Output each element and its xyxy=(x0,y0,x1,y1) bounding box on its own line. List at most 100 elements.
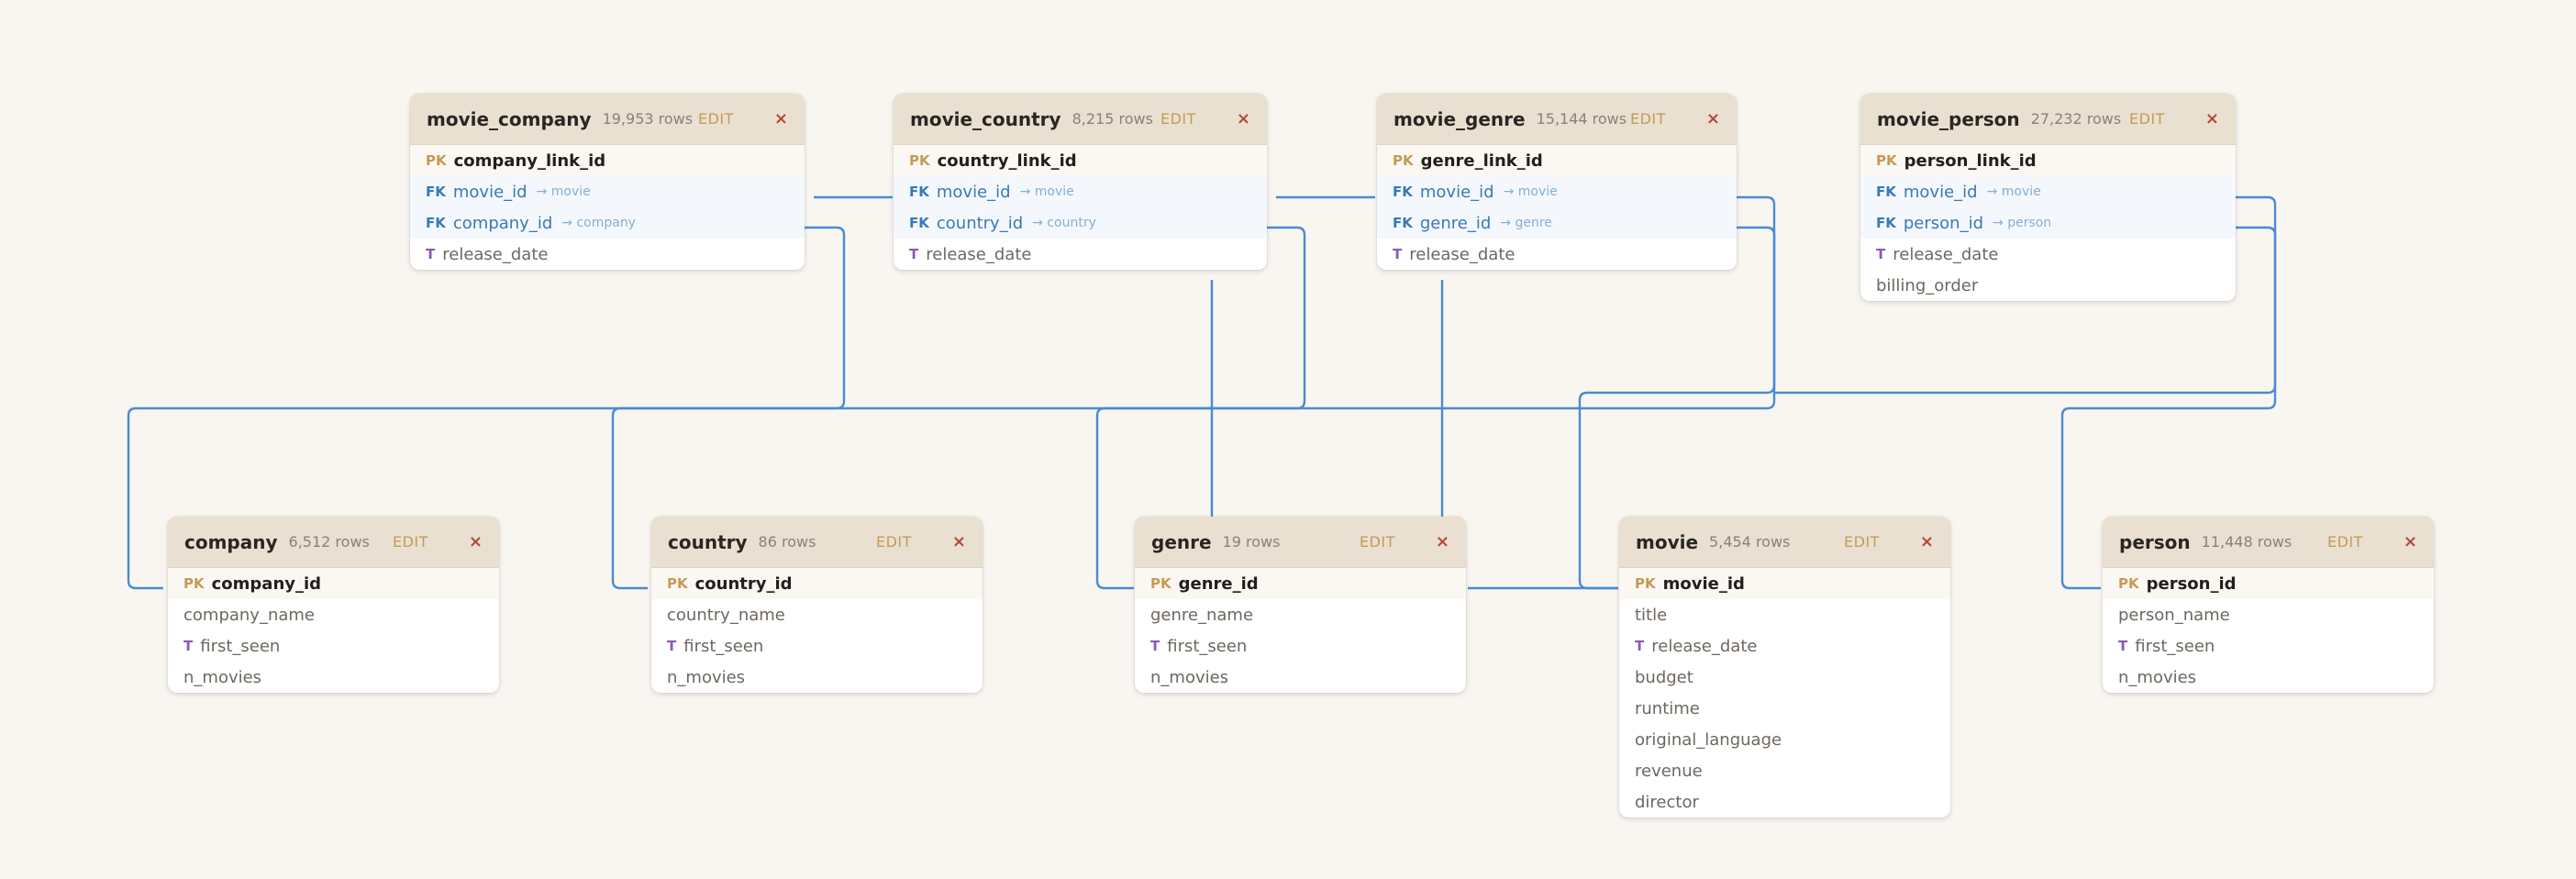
column-row[interactable]: FK movie_id → movie xyxy=(894,176,1267,207)
table-genre[interactable]: genre 19 rows EDIT × PK genre_id genre_nam… xyxy=(1135,517,1466,693)
column-row[interactable]: Trelease_date xyxy=(410,239,805,270)
column-list: PK company_link_id FK movie_id → movie FK comp… xyxy=(410,145,805,270)
column-list: PK company_id company_name Tfirst_seen n_mov… xyxy=(168,568,499,693)
column-row[interactable]: director xyxy=(1619,786,1950,818)
column-row[interactable]: FK genre_id → genre xyxy=(1377,207,1737,239)
close-icon[interactable]: × xyxy=(1237,109,1250,128)
column-row[interactable]: Tfirst_seen xyxy=(1135,630,1466,662)
table-movie-company[interactable]: movie_company 19,953 rows EDIT × PK compa… xyxy=(410,94,805,270)
close-icon[interactable]: × xyxy=(1436,532,1449,551)
edit-button[interactable]: EDIT xyxy=(876,533,912,551)
edit-button[interactable]: EDIT xyxy=(393,533,428,551)
table-header[interactable]: genre 19 rows EDIT × xyxy=(1135,517,1466,568)
close-icon[interactable]: × xyxy=(952,532,966,551)
column-type-badge: FK xyxy=(1876,184,1896,200)
table-header[interactable]: movie_company 19,953 rows EDIT × xyxy=(410,94,805,145)
column-row[interactable]: PK person_link_id xyxy=(1860,145,2236,176)
column-row[interactable]: title xyxy=(1619,599,1950,630)
column-row[interactable]: FK movie_id → movie xyxy=(410,176,805,207)
column-row[interactable]: PK country_id xyxy=(651,568,983,599)
column-row[interactable]: genre_name xyxy=(1135,599,1466,630)
column-row[interactable]: company_name xyxy=(168,599,499,630)
column-row[interactable]: revenue xyxy=(1619,755,1950,786)
row-count: 86 rows xyxy=(758,533,816,551)
column-row[interactable]: PK movie_id xyxy=(1619,568,1950,599)
column-name: n_movies xyxy=(667,667,746,687)
table-header[interactable]: country 86 rows EDIT × xyxy=(651,517,983,568)
table-name: movie_country xyxy=(910,107,1061,130)
column-row[interactable]: PK genre_link_id xyxy=(1377,145,1737,176)
close-icon[interactable]: × xyxy=(2404,532,2417,551)
table-header[interactable]: movie 5,454 rows EDIT × xyxy=(1619,517,1950,568)
edit-button[interactable]: EDIT xyxy=(2327,533,2363,551)
column-name: person_id xyxy=(1903,213,1984,233)
table-movie-country[interactable]: movie_country 8,215 rows EDIT × PK countr… xyxy=(894,94,1267,270)
row-count: 19 rows xyxy=(1222,533,1281,551)
column-name: genre_name xyxy=(1150,605,1254,625)
column-name: movie_id xyxy=(452,182,527,202)
column-row[interactable]: budget xyxy=(1619,662,1950,693)
column-row[interactable]: PK company_id xyxy=(168,568,499,599)
edit-button[interactable]: EDIT xyxy=(1360,533,1395,551)
edit-button[interactable]: EDIT xyxy=(1160,110,1196,128)
edit-button[interactable]: EDIT xyxy=(1844,533,1880,551)
edit-button[interactable]: EDIT xyxy=(698,110,734,128)
column-row[interactable]: original_language xyxy=(1619,724,1950,755)
column-row[interactable]: person_name xyxy=(2103,599,2434,630)
table-header[interactable]: movie_person 27,232 rows EDIT × xyxy=(1860,94,2236,145)
table-movie-person[interactable]: movie_person 27,232 rows EDIT × PK person… xyxy=(1860,94,2236,301)
close-icon[interactable]: × xyxy=(774,109,788,128)
column-row[interactable]: PK country_link_id xyxy=(894,145,1267,176)
column-list: PK genre_link_id FK movie_id → movie FK genre_… xyxy=(1377,145,1737,270)
column-row[interactable]: runtime xyxy=(1619,693,1950,724)
column-name: release_date xyxy=(1409,244,1516,264)
column-reference: → person xyxy=(1993,216,2052,230)
column-row[interactable]: n_movies xyxy=(2103,662,2434,693)
column-row[interactable]: n_movies xyxy=(1135,662,1466,693)
column-row[interactable]: n_movies xyxy=(651,662,983,693)
column-row[interactable]: FK country_id → country xyxy=(894,207,1267,239)
table-name: genre xyxy=(1151,530,1212,553)
column-name: company_id xyxy=(211,573,322,594)
column-row[interactable]: country_name xyxy=(651,599,983,630)
column-name: title xyxy=(1635,605,1668,625)
edit-button[interactable]: EDIT xyxy=(2129,110,2165,128)
table-movie[interactable]: movie 5,454 rows EDIT × PK movie_idtitle T… xyxy=(1619,517,1950,818)
column-row[interactable]: Tfirst_seen xyxy=(651,630,983,662)
column-reference: → genre xyxy=(1500,216,1552,230)
column-row[interactable]: FK movie_id → movie xyxy=(1377,176,1737,207)
column-row[interactable]: Trelease_date xyxy=(894,239,1267,270)
table-header[interactable]: movie_country 8,215 rows EDIT × xyxy=(894,94,1267,145)
table-company[interactable]: company 6,512 rows EDIT × PK company_id co… xyxy=(168,517,499,693)
column-row[interactable]: Tfirst_seen xyxy=(168,630,499,662)
column-row[interactable]: Trelease_date xyxy=(1619,630,1950,662)
column-row[interactable]: Trelease_date xyxy=(1860,239,2236,270)
column-row[interactable]: PK company_link_id xyxy=(410,145,805,176)
close-icon[interactable]: × xyxy=(2205,109,2219,128)
column-type-badge: PK xyxy=(667,575,688,592)
column-row[interactable]: FK person_id → person xyxy=(1860,207,2236,239)
table-name: person xyxy=(2119,530,2191,553)
close-icon[interactable]: × xyxy=(469,532,483,551)
table-header[interactable]: person 11,448 rows EDIT × xyxy=(2103,517,2434,568)
column-row[interactable]: PK genre_id xyxy=(1135,568,1466,599)
column-row[interactable]: Trelease_date xyxy=(1377,239,1737,270)
close-icon[interactable]: × xyxy=(1920,532,1934,551)
edit-button[interactable]: EDIT xyxy=(1630,110,1666,128)
column-row[interactable]: billing_order xyxy=(1860,270,2236,301)
table-header[interactable]: movie_genre 15,144 rows EDIT × xyxy=(1377,94,1737,145)
table-header[interactable]: company 6,512 rows EDIT × xyxy=(168,517,499,568)
column-row[interactable]: FK movie_id → movie xyxy=(1860,176,2236,207)
column-name: country_name xyxy=(667,605,785,625)
table-name: movie_person xyxy=(1877,107,2020,130)
column-row[interactable]: PK person_id xyxy=(2103,568,2434,599)
column-row[interactable]: Tfirst_seen xyxy=(2103,630,2434,662)
table-movie-genre[interactable]: movie_genre 15,144 rows EDIT × PK genre_l… xyxy=(1377,94,1737,270)
column-row[interactable]: FK company_id → company xyxy=(410,207,805,239)
column-name: company_link_id xyxy=(453,150,606,171)
column-reference: → movie xyxy=(1503,184,1558,199)
table-country[interactable]: country 86 rows EDIT × PK country_idcount… xyxy=(651,517,983,693)
close-icon[interactable]: × xyxy=(1706,109,1720,128)
column-row[interactable]: n_movies xyxy=(168,662,499,693)
table-person[interactable]: person 11,448 rows EDIT × PK person_id per… xyxy=(2103,517,2434,693)
